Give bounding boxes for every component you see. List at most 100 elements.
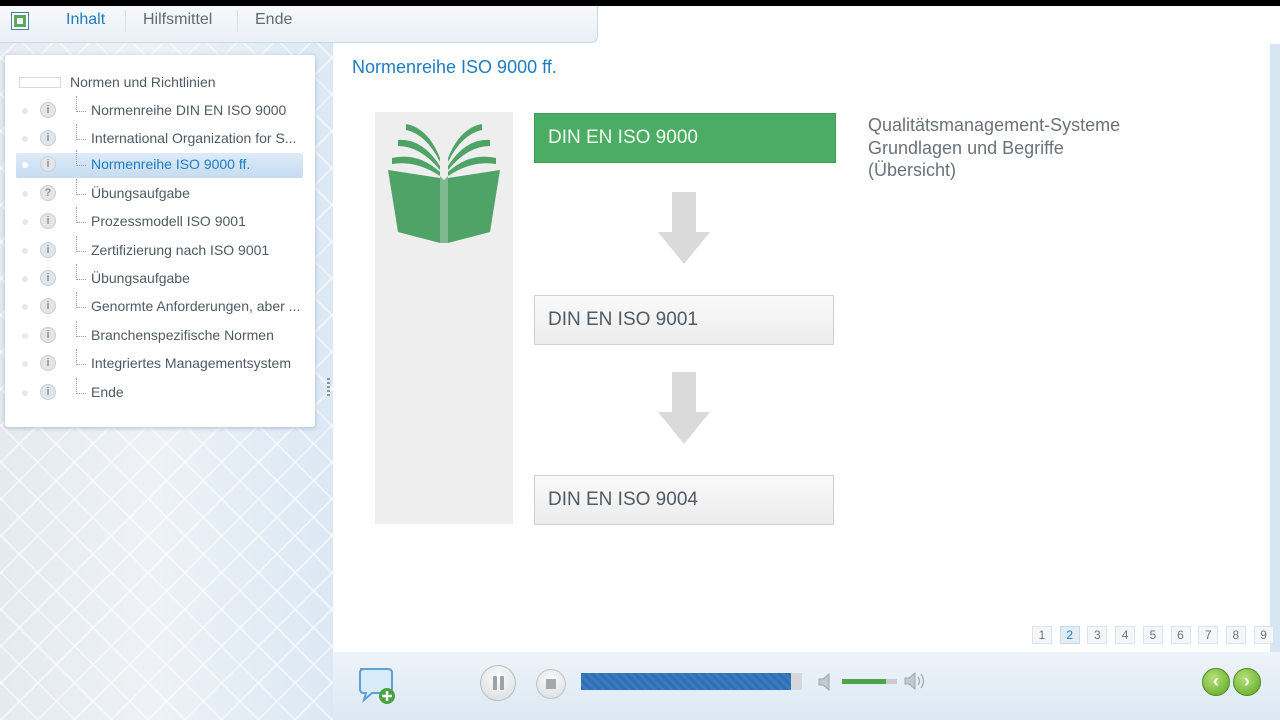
menu-item-ende[interactable]: Ende xyxy=(255,11,292,29)
info-icon: i xyxy=(40,327,56,343)
toc-item-label: Normenreihe DIN EN ISO 9000 xyxy=(91,102,287,118)
toc-panel: Normen und Richtlinien i Normenreihe DIN … xyxy=(5,55,315,427)
toc-item-label: Genormte Anforderungen, aber ... xyxy=(91,298,301,314)
status-dot-icon xyxy=(22,191,28,197)
status-dot-icon xyxy=(22,304,28,310)
iso-9000-box[interactable]: DIN EN ISO 9000 xyxy=(534,113,836,163)
open-book-icon xyxy=(388,124,500,243)
menu-item-inhalt[interactable]: Inhalt xyxy=(66,11,105,29)
status-dot-icon xyxy=(22,333,28,339)
progress-bar[interactable] xyxy=(581,673,802,690)
info-icon: i xyxy=(40,298,56,314)
pause-button[interactable] xyxy=(480,665,516,701)
page-title: Normenreihe ISO 9000 ff. xyxy=(352,57,557,77)
iso-9004-box[interactable]: DIN EN ISO 9004 xyxy=(534,475,834,525)
toc-item[interactable]: i Übungsaufgabe xyxy=(5,264,315,291)
toc-item[interactable]: i Ende xyxy=(5,378,315,405)
toc-item[interactable]: i International Organization for S... xyxy=(5,124,315,151)
tree-connector xyxy=(76,207,86,223)
description-text: Qualitätsmanagement-Systeme Grundlagen u… xyxy=(868,114,1120,182)
tree-connector xyxy=(76,96,86,112)
question-icon: ? xyxy=(40,185,56,201)
stop-button[interactable] xyxy=(536,669,566,699)
info-icon: i xyxy=(40,270,56,286)
tree-connector xyxy=(76,179,86,195)
page-button[interactable]: 9 xyxy=(1253,626,1274,644)
status-dot-icon xyxy=(22,136,28,142)
page-button[interactable]: 2 xyxy=(1059,626,1080,644)
info-icon: i xyxy=(40,384,56,400)
tree-connector xyxy=(76,292,86,308)
header-area xyxy=(598,6,1280,44)
tree-connector xyxy=(76,321,86,337)
iso-9001-box[interactable]: DIN EN ISO 9001 xyxy=(534,295,834,345)
menu-item-hilfsmittel[interactable]: Hilfsmittel xyxy=(143,11,212,29)
toc-item[interactable]: ? Übungsaufgabe xyxy=(5,179,315,206)
status-dot-icon xyxy=(22,108,28,114)
description-line: (Übersicht) xyxy=(868,160,957,180)
arrow-down-icon xyxy=(658,192,710,264)
page-button[interactable]: 1 xyxy=(1032,626,1052,644)
toc-item[interactable]: i Integriertes Managementsystem xyxy=(5,349,315,376)
tree-connector xyxy=(76,264,86,280)
toc-item-label: Prozessmodell ISO 9001 xyxy=(91,213,246,229)
toc-item-label: Zertifizierung nach ISO 9001 xyxy=(91,242,270,258)
player-control-bar xyxy=(333,652,1280,720)
app-icon[interactable] xyxy=(11,12,29,30)
status-dot-icon xyxy=(22,361,28,367)
toc-item-label: Integriertes Managementsystem xyxy=(91,355,291,371)
page-button[interactable]: 3 xyxy=(1087,626,1108,644)
toc-item-label: Normenreihe ISO 9000 ff. xyxy=(91,156,251,172)
toc-item-label: Branchenspezifische Normen xyxy=(91,327,274,343)
toc-item-label: Übungsaufgabe xyxy=(91,185,190,201)
toc-root-label[interactable]: Normen und Richtlinien xyxy=(70,74,216,90)
progress-fill xyxy=(581,673,791,690)
info-icon: i xyxy=(40,130,56,146)
arrow-down-icon xyxy=(658,372,710,444)
tree-connector xyxy=(76,236,86,252)
volume-fill xyxy=(842,679,886,684)
status-dot-icon xyxy=(22,248,28,254)
page-button[interactable]: 7 xyxy=(1198,626,1219,644)
tree-connector xyxy=(76,124,86,140)
status-dot-icon xyxy=(22,162,28,168)
tree-connector xyxy=(76,150,86,166)
toc-item[interactable]: i Branchenspezifische Normen xyxy=(5,321,315,348)
info-icon: i xyxy=(40,213,56,229)
status-dot-icon xyxy=(22,276,28,282)
next-page-button[interactable]: › xyxy=(1233,668,1261,696)
page-button[interactable]: 4 xyxy=(1115,626,1136,644)
toc-item[interactable]: i Normenreihe DIN EN ISO 9000 xyxy=(5,96,315,123)
toc-item[interactable]: i Prozessmodell ISO 9001 xyxy=(5,207,315,234)
description-line: Qualitätsmanagement-Systeme xyxy=(868,115,1121,135)
menu-divider xyxy=(237,10,238,32)
toc-item-label: Übungsaufgabe xyxy=(91,270,190,286)
status-dot-icon xyxy=(22,219,28,225)
tree-connector xyxy=(76,349,86,365)
add-comment-button[interactable] xyxy=(356,665,396,705)
toc-item[interactable]: i Zertifizierung nach ISO 9001 xyxy=(5,236,315,263)
status-dot-icon xyxy=(22,390,28,396)
volume-low-icon[interactable] xyxy=(818,673,832,691)
toc-item[interactable]: i Genormte Anforderungen, aber ... xyxy=(5,292,315,319)
info-icon: i xyxy=(40,242,56,258)
panel-splitter-handle[interactable] xyxy=(327,378,330,396)
page-button[interactable]: 5 xyxy=(1142,626,1163,644)
toc-root-checkbox[interactable] xyxy=(19,77,61,88)
menu-divider xyxy=(125,10,126,32)
info-icon: i xyxy=(40,355,56,371)
toc-item-label: International Organization for S... xyxy=(91,130,297,146)
volume-slider[interactable] xyxy=(842,679,897,684)
info-icon: i xyxy=(40,156,56,172)
menu-bar: Inhalt Hilfsmittel Ende xyxy=(0,6,598,43)
previous-page-button[interactable]: ‹ xyxy=(1202,668,1230,696)
right-edge-rail xyxy=(1270,44,1280,654)
toc-item-label: Ende xyxy=(91,384,124,400)
page-button[interactable]: 6 xyxy=(1170,626,1191,644)
tree-connector xyxy=(76,378,86,394)
description-line: Grundlagen und Begriffe xyxy=(868,137,1064,158)
page-button[interactable]: 8 xyxy=(1225,626,1246,644)
volume-high-icon[interactable] xyxy=(904,671,926,691)
info-icon: i xyxy=(40,102,56,118)
toc-item[interactable]: i Normenreihe ISO 9000 ff. xyxy=(5,150,315,178)
